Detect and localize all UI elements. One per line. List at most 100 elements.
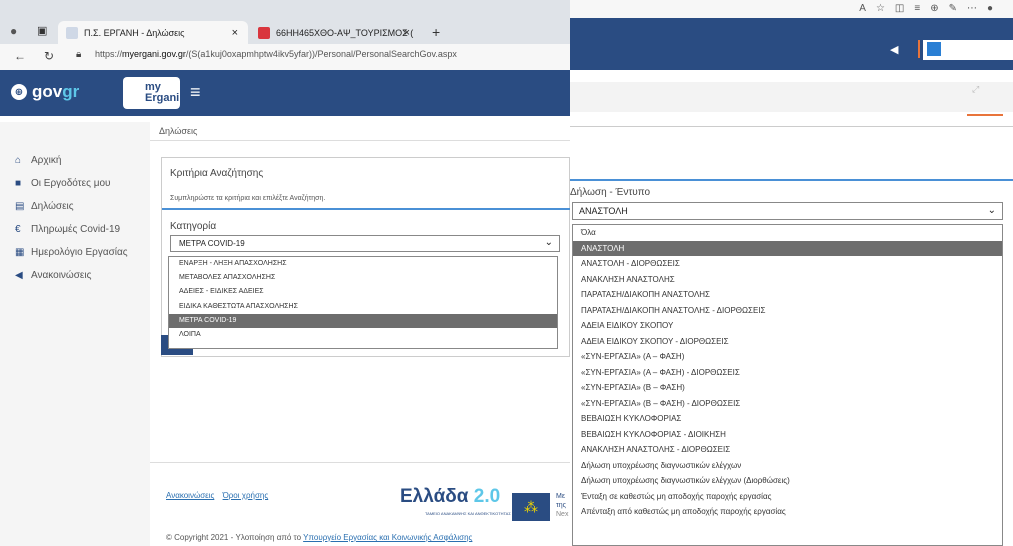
govgr-gov-text: gov: [32, 82, 63, 101]
eu-funding-text: Με της Nex: [556, 492, 568, 519]
form-type-option[interactable]: Δήλωση υποχρέωσης διαγνωστικών ελέγχων (…: [573, 473, 1002, 489]
form-type-option[interactable]: ΑΝΑΣΤΟΛΗ - ΔΙΟΡΘΩΣΕΙΣ: [573, 256, 1002, 272]
tab-pdf[interactable]: 66ΗΗ465ΧΘΟ-ΑΨ_ΤΟΥΡΙΣΜΟΣ ( ×: [250, 21, 420, 44]
sidebar-item-label: Πληρωμές Covid-19: [31, 224, 121, 235]
profile-icon[interactable]: ●: [10, 24, 17, 38]
sidebar-item-work-calendar[interactable]: ▦ Ημερολόγιο Εργασίας: [15, 247, 128, 258]
header-divider: [918, 40, 920, 58]
browser-toolbar: A☆◫≡⊕✎⋯●: [570, 0, 1013, 18]
left-browser-window: ● ▣ Π.Σ. ΕΡΓΑΝΗ - Δηλώσεις × 66ΗΗ465ΧΘΟ-…: [0, 0, 570, 546]
panel-title: Κριτήρια Αναζήτησης: [170, 168, 264, 179]
form-panel: [570, 126, 1013, 181]
category-option[interactable]: ΑΔΕΙΕΣ - ΕΙΔΙΚΕΣ ΑΔΕΙΕΣ: [169, 285, 557, 299]
sidebar-item-declarations[interactable]: ▤ Δηλώσεις: [15, 201, 74, 212]
form-type-option[interactable]: ΑΔΕΙΑ ΕΙΔΙΚΟΥ ΣΚΟΠΟΥ: [573, 318, 1002, 334]
form-type-option[interactable]: ΑΝΑΚΛΗΣΗ ΑΝΑΣΤΟΛΗΣ - ΔΙΟΡΘΩΣΕΙΣ: [573, 442, 1002, 458]
site-header: ⊕ gov gr my Ergani ≡: [0, 70, 570, 116]
active-indicator: [967, 114, 1003, 116]
form-type-option[interactable]: Ένταξη σε καθεστώς μη αποδοχής παροχής ε…: [573, 489, 1002, 505]
ellada-subtitle: ΤΑΜΕΙΟ ΑΝΑΚΑΜΨΗΣ ΚΑΙ ΑΝΘΕΚΤΙΚΟΤΗΤΑΣ: [425, 511, 511, 516]
form-type-option[interactable]: «ΣΥΝ-ΕΡΓΑΣΙΑ» (Β – ΦΑΣΗ) - ΔΙΟΡΘΩΣΕΙΣ: [573, 396, 1002, 412]
ellada-num: 2.0: [473, 486, 501, 507]
announcements-link[interactable]: Ανακοινώσεις: [166, 491, 214, 500]
lock-icon[interactable]: 🔒︎: [76, 49, 81, 60]
ministry-link[interactable]: Υπουργείο Εργασίας και Κοινωνικής Ασφάλι…: [303, 533, 472, 542]
sidebar-item-announcements[interactable]: ◀ Ανακοινώσεις: [15, 270, 91, 281]
tab-actions-icon[interactable]: ▣: [37, 24, 47, 37]
user-menu[interactable]: [923, 40, 1013, 60]
tab-label: 66ΗΗ465ΧΘΟ-ΑΨ_ΤΟΥΡΙΣΜΟΣ (: [276, 27, 414, 38]
form-type-option[interactable]: ΑΝΑΚΛΗΣΗ ΑΝΑΣΤΟΛΗΣ: [573, 272, 1002, 288]
govgr-gr-text: gr: [62, 82, 80, 101]
home-icon: ⌂: [15, 155, 22, 166]
url-path: /(S(a1kuj0oxapmhptw4ikv5yfar))/Personal/…: [185, 49, 457, 59]
category-option-selected[interactable]: ΜΕΤΡΑ COVID-19: [169, 313, 557, 328]
footer-divider: [150, 462, 570, 463]
category-option[interactable]: ΕΝΑΡΞΗ - ΛΗΞΗ ΑΠΑΣΧΟΛΗΣΗΣ: [169, 257, 557, 271]
form-type-option[interactable]: ΒΕΒΑΙΩΣΗ ΚΥΚΛΟΦΟΡΙΑΣ - ΔΙΟΙΚΗΣΗ: [573, 427, 1002, 443]
url-host: myergani.gov.gr: [122, 49, 186, 59]
myergani-logo[interactable]: my Ergani: [123, 77, 180, 109]
refresh-icon[interactable]: ↻: [44, 49, 54, 63]
close-icon[interactable]: ×: [232, 27, 238, 39]
form-type-option[interactable]: ΑΔΕΙΑ ΕΙΔΙΚΟΥ ΣΚΟΠΟΥ - ΔΙΟΡΘΩΣΕΙΣ: [573, 334, 1002, 350]
form-type-option[interactable]: «ΣΥΝ-ΕΡΓΑΣΙΑ» (Α – ΦΑΣΗ) - ΔΙΟΡΘΩΣΕΙΣ: [573, 365, 1002, 381]
form-type-option[interactable]: Δήλωση υποχρέωσης διαγνωστικών ελέγχων: [573, 458, 1002, 474]
toolbar-strip: [570, 82, 1013, 112]
sidebar-item-label: Δηλώσεις: [31, 201, 74, 212]
ellada-2-0-logo: Ελλάδα 2.0: [400, 486, 510, 523]
document-icon: ▤: [15, 201, 25, 212]
form-type-option[interactable]: ΠΑΡΑΤΑΣΗ/ΔΙΑΚΟΠΗ ΑΝΑΣΤΟΛΗΣ: [573, 287, 1002, 303]
megaphone-icon[interactable]: ◀: [890, 43, 898, 56]
briefcase-icon: ■: [15, 178, 22, 189]
category-option[interactable]: ΛΟΙΠΑ: [169, 328, 557, 342]
form-type-option[interactable]: «ΣΥΝ-ΕΡΓΑΣΙΑ» (Β – ΦΑΣΗ): [573, 380, 1002, 396]
megaphone-icon: ◀: [15, 270, 23, 281]
category-value: ΜΕΤΡΑ COVID-19: [179, 239, 245, 248]
breadcrumb: Δηλώσεις: [159, 126, 198, 136]
address-bar[interactable]: https://myergani.gov.gr/(S(a1kuj0oxapmhp…: [95, 49, 457, 59]
category-dropdown-list: ΕΝΑΡΞΗ - ΛΗΞΗ ΑΠΑΣΧΟΛΗΣΗΣ ΜΕΤΑΒΟΛΕΣ ΑΠΑΣ…: [168, 256, 558, 349]
form-type-option[interactable]: Όλα: [573, 225, 1002, 241]
form-type-option-selected[interactable]: ΑΝΑΣΤΟΛΗ: [573, 240, 1002, 256]
tab-ergani[interactable]: Π.Σ. ΕΡΓΑΝΗ - Δηλώσεις ×: [58, 21, 248, 44]
eu-text-line: Με: [556, 493, 565, 500]
user-icon: [927, 42, 941, 56]
form-type-option[interactable]: ΒΕΒΑΙΩΣΗ ΚΥΚΛΟΦΟΡΙΑΣ: [573, 411, 1002, 427]
form-type-option[interactable]: Απένταξη από καθεστώς μη αποδοχής παροχή…: [573, 504, 1002, 520]
new-tab-button[interactable]: +: [432, 24, 440, 40]
browser-toolbar-icons[interactable]: A☆◫≡⊕✎⋯●: [859, 3, 1003, 14]
form-type-label: Δήλωση - Έντυπο: [570, 187, 651, 198]
govgr-logo[interactable]: ⊕ gov gr: [11, 82, 79, 102]
calendar-icon: ▦: [15, 247, 25, 258]
form-type-value: ΑΝΑΣΤΟΛΗ: [579, 206, 628, 216]
form-type-select[interactable]: ΑΝΑΣΤΟΛΗ ⌄: [572, 202, 1003, 220]
sidebar: ⌂ Αρχική ■ Οι Εργοδότες μου ▤ Δηλώσεις € Πλη…: [0, 122, 150, 546]
site-header-right: ◀: [570, 18, 1013, 70]
category-option[interactable]: ΕΙΔΙΚΑ ΚΑΘΕΣΤΩΤΑ ΑΠΑΣΧΟΛΗΣΗΣ: [169, 300, 557, 314]
menu-icon[interactable]: ≡: [190, 82, 201, 103]
ergani-name-text: Ergani: [145, 92, 180, 104]
ergani-favicon-icon: [66, 26, 78, 39]
category-select[interactable]: ΜΕΤΡΑ COVID-19 ⌄: [170, 235, 560, 252]
chevron-down-icon: ⌄: [987, 205, 996, 216]
expand-icon[interactable]: ⤢: [972, 84, 979, 95]
form-type-option[interactable]: ΠΑΡΑΤΑΣΗ/ΔΙΑΚΟΠΗ ΑΝΑΣΤΟΛΗΣ - ΔΙΟΡΘΩΣΕΙΣ: [573, 303, 1002, 319]
copyright: © Copyright 2021 - Υλοποίηση από το Υπου…: [166, 533, 472, 542]
right-browser-window: A☆◫≡⊕✎⋯● ◀ ⤢ Δήλωση - Έντυπο ΑΝΑΣΤΟΛΗ ⌄ …: [570, 0, 1013, 546]
category-option[interactable]: ΜΕΤΑΒΟΛΕΣ ΑΠΑΣΧΟΛΗΣΗΣ: [169, 271, 557, 285]
panel-subtitle: Συμπληρώστε τα κριτήρια και επιλέξτε Ανα…: [170, 195, 326, 202]
copyright-text: © Copyright 2021 - Υλοποίηση από το: [166, 533, 304, 542]
sidebar-item-covid-payments[interactable]: € Πληρωμές Covid-19: [15, 224, 120, 235]
govgr-emblem-icon: ⊕: [11, 84, 27, 100]
panel-divider: [162, 208, 570, 210]
tab-label: Π.Σ. ΕΡΓΑΝΗ - Δηλώσεις: [84, 27, 185, 38]
close-icon[interactable]: ×: [404, 27, 410, 39]
ellada-word: Ελλάδα: [400, 486, 469, 507]
sidebar-item-home[interactable]: ⌂ Αρχική: [15, 155, 61, 166]
terms-link[interactable]: Όροι χρήσης: [223, 491, 269, 500]
back-icon[interactable]: ←: [14, 49, 26, 63]
form-type-option[interactable]: «ΣΥΝ-ΕΡΓΑΣΙΑ» (Α – ΦΑΣΗ): [573, 349, 1002, 365]
sidebar-item-employers[interactable]: ■ Οι Εργοδότες μου: [15, 178, 110, 189]
sidebar-item-label: Ανακοινώσεις: [31, 270, 92, 281]
